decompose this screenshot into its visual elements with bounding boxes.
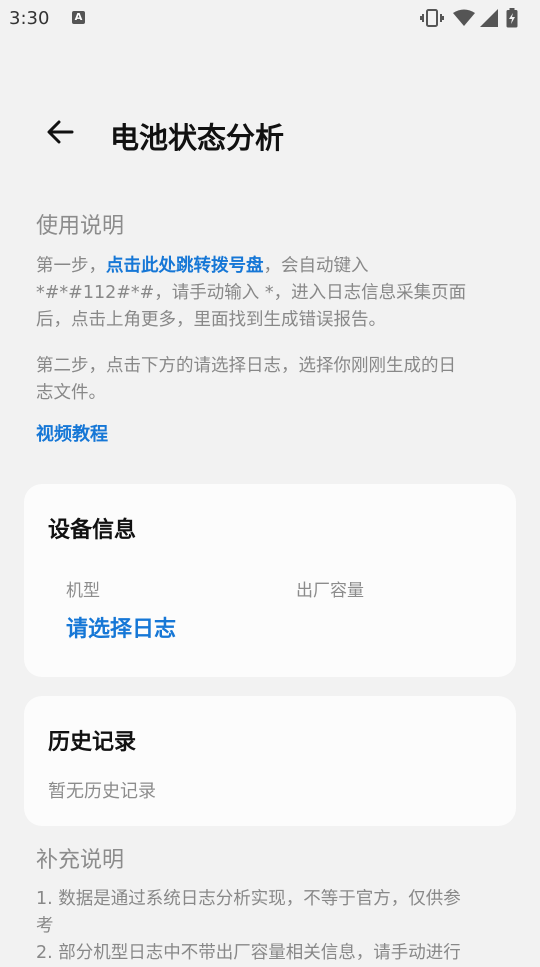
- note2-line1: 2. 部分机型日志中不带出厂容量相关信息，请手动进行: [36, 943, 461, 963]
- usage-section-title: 使用说明: [36, 214, 125, 239]
- supplement-notes: 1. 数据是通过系统日志分析实现，不等于官方，仅供参 考 2. 部分机型日志中不…: [36, 886, 506, 967]
- page-title: 电池状态分析: [110, 121, 285, 155]
- dialer-link[interactable]: 点击此处跳转拨号盘: [106, 256, 264, 276]
- app-header: 电池状态分析: [0, 96, 540, 172]
- device-info-card: 设备信息 机型 出厂容量 请选择日志: [24, 484, 516, 677]
- signal-icon: [480, 9, 498, 27]
- step1-line1-suffix: ，会自动键入: [263, 256, 369, 276]
- wifi-icon: [453, 9, 475, 26]
- step2-line2: 志文件。: [36, 383, 106, 403]
- note1-line2: 考: [36, 916, 54, 936]
- supplement-section-title: 补充说明: [36, 848, 125, 873]
- step1-text: 第一步，点击此处跳转拨号盘，会自动键入 *#*#112#*#，请手动输入 *，进…: [36, 253, 506, 334]
- history-empty-text: 暂无历史记录: [48, 781, 156, 802]
- status-bar: 3:30 A: [0, 0, 540, 36]
- device-info-title: 设备信息: [48, 518, 137, 543]
- history-card: 历史记录 暂无历史记录: [24, 696, 516, 826]
- notification-a-icon: A: [72, 11, 85, 24]
- vibrate-icon: [420, 9, 444, 27]
- capacity-label: 出厂容量: [296, 581, 364, 601]
- arrow-left-icon[interactable]: [44, 116, 76, 148]
- model-label: 机型: [66, 581, 100, 601]
- step1-line2: *#*#112#*#，请手动输入 *，进入日志信息采集页面: [36, 283, 467, 303]
- note1-line1: 1. 数据是通过系统日志分析实现，不等于官方，仅供参: [36, 889, 461, 909]
- battery-charging-icon: [506, 8, 518, 28]
- status-icons: [420, 8, 530, 28]
- step2-text: 第二步，点击下方的请选择日志，选择你刚刚生成的日 志文件。: [36, 353, 506, 407]
- video-tutorial-link[interactable]: 视频教程: [36, 420, 108, 446]
- history-title: 历史记录: [48, 730, 137, 755]
- step2-line1: 第二步，点击下方的请选择日志，选择你刚刚生成的日: [36, 356, 456, 376]
- status-time: 3:30: [9, 8, 50, 29]
- select-log-button[interactable]: 请选择日志: [66, 611, 176, 643]
- step1-line3: 后，点击上角更多，里面找到生成错误报告。: [36, 310, 386, 330]
- step1-prefix: 第一步，: [36, 256, 106, 276]
